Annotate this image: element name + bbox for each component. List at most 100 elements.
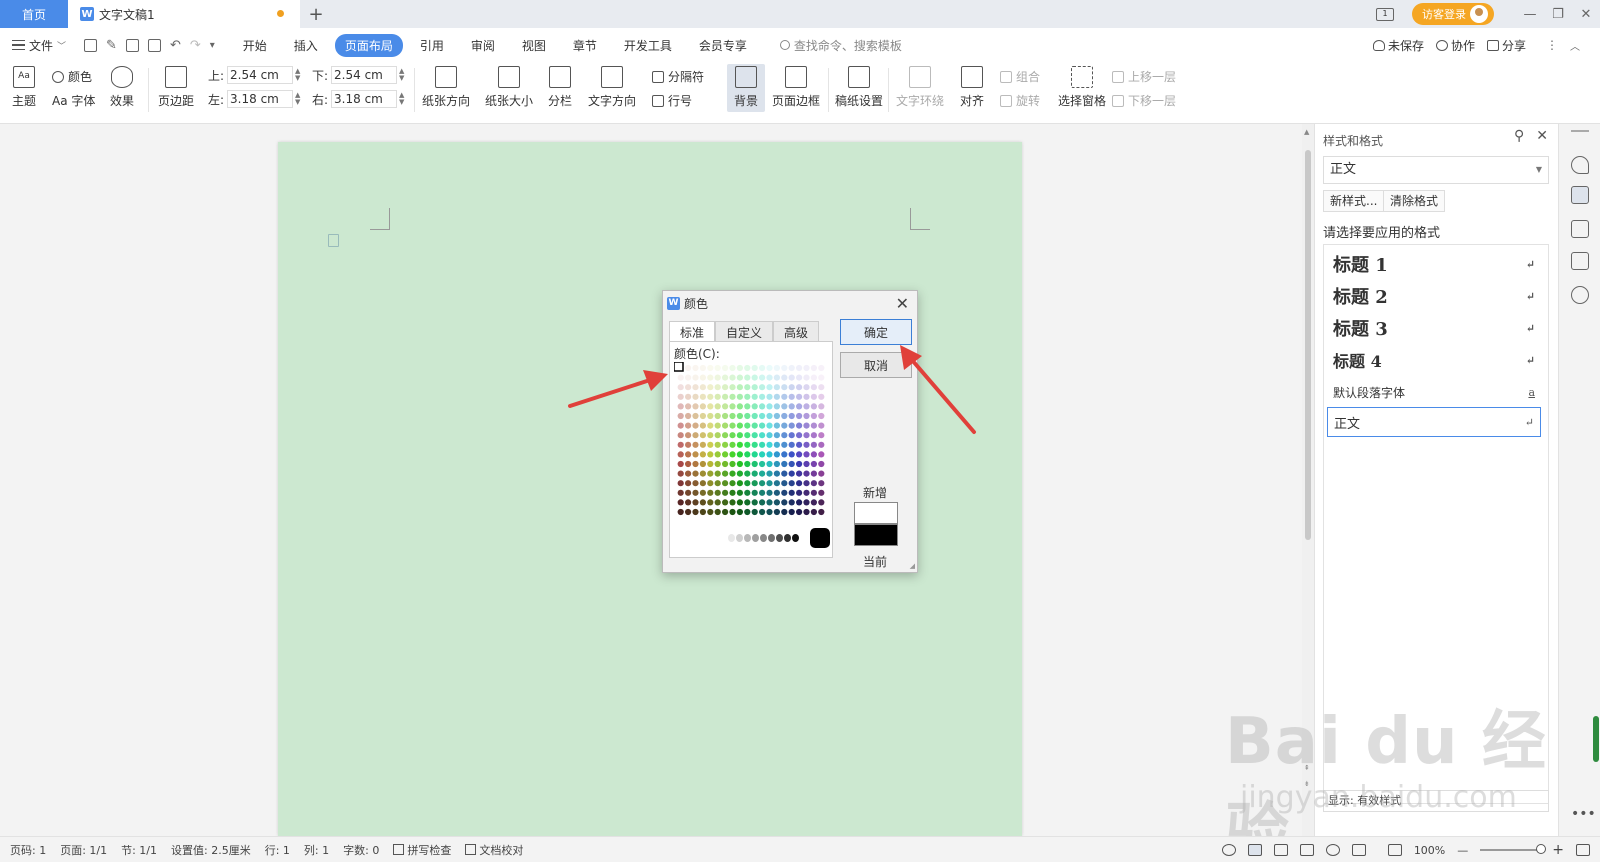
color-swatch-dot[interactable] xyxy=(707,480,714,487)
color-swatch-dot[interactable] xyxy=(699,451,706,458)
color-swatch-dot[interactable] xyxy=(810,489,817,496)
color-swatch-dot[interactable] xyxy=(729,480,736,487)
color-swatch-dot[interactable] xyxy=(759,393,766,400)
tab-sections[interactable]: 章节 xyxy=(563,34,607,57)
color-swatch-dot[interactable] xyxy=(810,508,817,516)
color-swatch-dot[interactable] xyxy=(788,499,795,506)
color-swatch-dot[interactable] xyxy=(751,508,758,516)
color-swatch-dot[interactable] xyxy=(714,403,721,410)
style-brush-icon[interactable] xyxy=(1571,186,1589,204)
color-swatch-dot[interactable] xyxy=(788,451,795,458)
color-swatch-dot[interactable] xyxy=(810,374,817,381)
color-swatch-dot[interactable] xyxy=(722,489,729,496)
color-swatch-dot[interactable] xyxy=(677,499,684,506)
color-swatch-dot[interactable] xyxy=(722,441,729,448)
color-swatch-dot[interactable] xyxy=(744,441,751,448)
color-swatch-dot[interactable] xyxy=(685,489,692,496)
top-margin-value[interactable]: 2.54 cm xyxy=(227,66,294,84)
color-swatch-dot[interactable] xyxy=(729,403,736,410)
color-swatch-dot[interactable] xyxy=(751,499,758,506)
color-swatch-dot[interactable] xyxy=(714,470,721,477)
color-swatch-dot[interactable] xyxy=(766,460,773,468)
color-swatch-dot[interactable] xyxy=(803,451,810,458)
color-swatch-dot[interactable] xyxy=(677,441,684,448)
color-swatch-dot[interactable] xyxy=(722,451,729,458)
color-swatch-dot[interactable] xyxy=(781,489,788,496)
color-swatch-dot[interactable] xyxy=(818,432,825,439)
color-swatch-dot[interactable] xyxy=(788,412,795,420)
color-swatch-dot[interactable] xyxy=(736,412,743,420)
color-swatch-dot[interactable] xyxy=(736,470,743,477)
customize-icon[interactable]: ▾ xyxy=(210,40,215,51)
color-swatch-dot[interactable] xyxy=(773,422,780,429)
color-swatch-dot[interactable] xyxy=(788,364,795,372)
color-swatch-dot[interactable] xyxy=(714,364,721,372)
color-swatch-dot[interactable] xyxy=(714,508,721,516)
spinner-icon[interactable]: ▲ ▼ xyxy=(295,92,300,106)
color-swatch-dot[interactable] xyxy=(773,403,780,410)
color-swatch-dot[interactable] xyxy=(722,480,729,487)
selection-pane-button[interactable]: 选择窗格 xyxy=(1058,66,1106,109)
color-swatch-dot[interactable] xyxy=(744,384,751,391)
color-swatch-dot[interactable] xyxy=(692,374,699,381)
color-swatch-dot[interactable] xyxy=(744,470,751,477)
scrollbar-thumb[interactable] xyxy=(1305,150,1311,540)
color-swatch-dot[interactable] xyxy=(818,422,825,429)
close-pane-icon[interactable]: ✕ xyxy=(1536,128,1548,144)
color-swatch-dot[interactable] xyxy=(810,403,817,410)
color-swatch-dot[interactable] xyxy=(699,508,706,516)
color-swatch-dot[interactable] xyxy=(818,489,825,496)
color-swatch-dot[interactable] xyxy=(744,480,751,487)
color-swatch-dot[interactable] xyxy=(803,432,810,439)
color-swatch-dot[interactable] xyxy=(781,384,788,391)
color-swatch-dot[interactable] xyxy=(722,499,729,506)
color-swatch-dot[interactable] xyxy=(699,470,706,477)
minimize-button[interactable]: — xyxy=(1516,7,1544,22)
line-number-button[interactable]: 行号 xyxy=(652,92,692,109)
color-swatch-dot[interactable] xyxy=(707,432,714,439)
color-button[interactable]: 颜色 xyxy=(52,68,92,85)
tab-insert[interactable]: 插入 xyxy=(284,34,328,57)
color-swatch-dot[interactable] xyxy=(810,422,817,429)
color-swatch-dot[interactable] xyxy=(729,422,736,429)
color-swatch-dot[interactable] xyxy=(759,403,766,410)
color-swatch-dot[interactable] xyxy=(796,364,803,372)
color-swatch-dot[interactable] xyxy=(781,499,788,506)
color-swatch-dot[interactable] xyxy=(714,499,721,506)
style-heading-2[interactable]: 标题 2 ↵ xyxy=(1327,281,1541,311)
color-swatch-dot[interactable] xyxy=(751,403,758,410)
color-swatch-dot[interactable] xyxy=(766,489,773,496)
color-swatch-dot[interactable] xyxy=(699,489,706,496)
color-swatch-dot[interactable] xyxy=(722,384,729,391)
color-swatch-dot[interactable] xyxy=(773,432,780,439)
color-swatch-dot[interactable] xyxy=(781,480,788,487)
undo-icon[interactable]: ↶ xyxy=(170,38,181,53)
gray-swatch-dot[interactable] xyxy=(736,534,743,542)
color-swatch-dot[interactable] xyxy=(722,508,729,516)
color-swatch-dot[interactable] xyxy=(773,499,780,506)
color-swatch-dot[interactable] xyxy=(707,384,714,391)
color-swatch-dot[interactable] xyxy=(751,393,758,400)
color-swatch-dot[interactable] xyxy=(685,393,692,400)
color-swatch-dot[interactable] xyxy=(729,499,736,506)
color-swatch-dot[interactable] xyxy=(803,364,810,372)
color-swatch-dot[interactable] xyxy=(796,480,803,487)
spinner-icon[interactable]: ▲ ▼ xyxy=(295,68,300,82)
margins-button[interactable]: 页边距 xyxy=(158,66,194,109)
color-swatch-dot[interactable] xyxy=(788,470,795,477)
gray-swatch-dot[interactable] xyxy=(768,534,775,542)
color-swatch-dot[interactable] xyxy=(692,508,699,516)
color-swatch-dot[interactable] xyxy=(729,451,736,458)
tab-page-layout[interactable]: 页面布局 xyxy=(334,33,403,57)
collapse-ribbon-icon[interactable]: ︿ xyxy=(1570,38,1580,53)
color-swatch-dot[interactable] xyxy=(729,508,736,516)
color-swatch-dot[interactable] xyxy=(803,508,810,516)
color-swatch-dot[interactable] xyxy=(729,412,736,420)
color-swatch-dot[interactable] xyxy=(810,480,817,487)
color-swatch-dot[interactable] xyxy=(781,432,788,439)
color-swatch-dot[interactable] xyxy=(773,364,780,372)
color-swatch-dot[interactable] xyxy=(722,403,729,410)
color-swatch-dot[interactable] xyxy=(788,374,795,381)
status-col[interactable]: 列: 1 xyxy=(304,842,329,858)
color-swatch-dot[interactable] xyxy=(751,364,758,372)
